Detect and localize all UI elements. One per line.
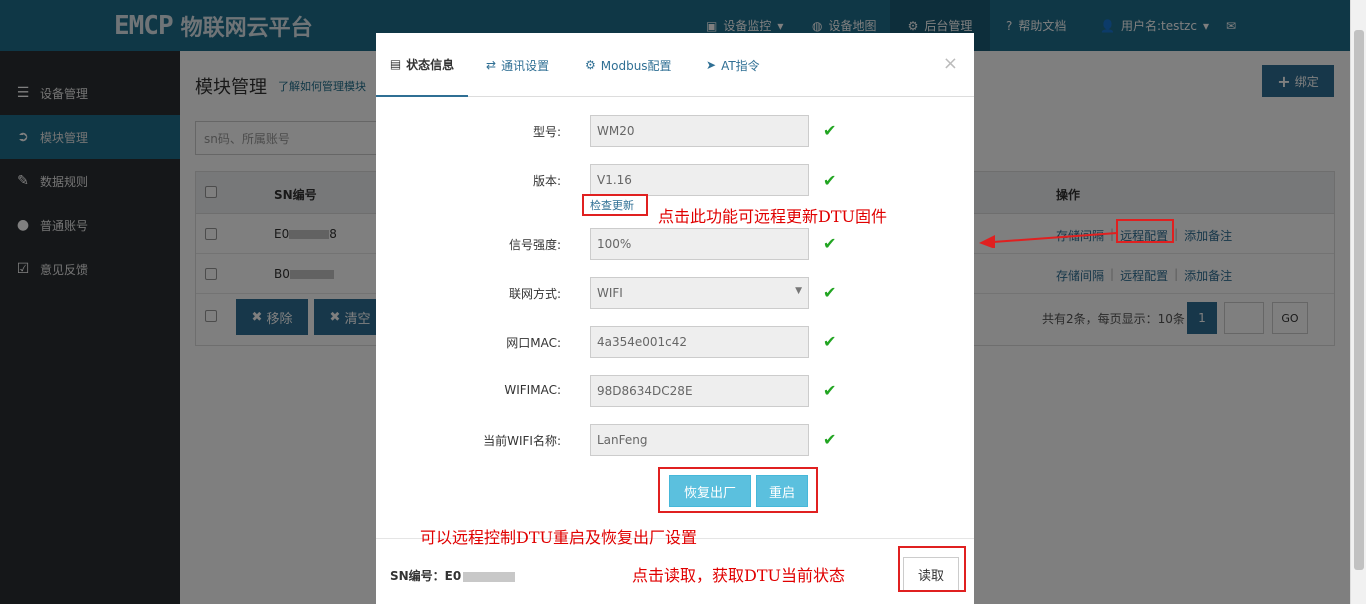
check-icon: ✔ bbox=[823, 171, 837, 190]
page-scrollbar[interactable] bbox=[1350, 0, 1366, 604]
check-icon: ✔ bbox=[823, 234, 837, 253]
highlight-read bbox=[898, 546, 966, 592]
check-icon: ✔ bbox=[823, 332, 837, 351]
shuffle-icon: ⇄ bbox=[486, 58, 497, 72]
tab-modbus[interactable]: ⚙ Modbus配置 bbox=[585, 33, 672, 97]
tab-label: 状态信息 bbox=[406, 57, 455, 72]
model-field[interactable]: WM20 bbox=[590, 115, 809, 147]
field-label-signal: 信号强度: bbox=[508, 238, 561, 252]
sn-label-text: SN编号：E0 bbox=[390, 569, 462, 583]
check-icon: ✔ bbox=[823, 283, 837, 302]
check-icon: ✔ bbox=[823, 121, 837, 140]
scrollbar-thumb[interactable] bbox=[1354, 30, 1364, 570]
send-icon: ➤ bbox=[706, 58, 717, 72]
signal-field[interactable]: 100% bbox=[590, 228, 809, 260]
tab-status[interactable]: ▤ 状态信息 bbox=[376, 33, 468, 97]
eth-mac-field[interactable]: 4a354e001c42 bbox=[590, 326, 809, 358]
doc-icon: ▤ bbox=[389, 57, 402, 71]
check-icon: ✔ bbox=[823, 381, 837, 400]
field-label-wifi-mac: WIFIMAC: bbox=[504, 383, 561, 397]
sn-mask bbox=[463, 571, 516, 582]
arrow-icon bbox=[979, 232, 1118, 248]
annotation-update: 点击此功能可远程更新DTU固件 bbox=[658, 207, 887, 226]
highlight-check-update bbox=[582, 194, 648, 216]
field-label-wifi-name: 当前WIFI名称: bbox=[483, 434, 561, 448]
tab-comm-settings[interactable]: ⇄ 通讯设置 bbox=[486, 33, 549, 97]
annotation-control: 可以远程控制DTU重启及恢复出厂设置 bbox=[420, 528, 697, 547]
tab-at-command[interactable]: ➤ AT指令 bbox=[706, 33, 760, 97]
gear-icon: ⚙ bbox=[585, 58, 596, 72]
field-label-model: 型号: bbox=[532, 125, 561, 139]
remote-config-modal: ▤ 状态信息 ⇄ 通讯设置 ⚙ Modbus配置 ➤ AT指令 × 型号: WM… bbox=[376, 33, 974, 604]
close-icon[interactable]: × bbox=[943, 53, 958, 74]
field-label-version: 版本: bbox=[532, 174, 561, 188]
sn-label: SN编号：E0 bbox=[390, 567, 516, 584]
network-select-value: WIFI bbox=[597, 286, 623, 300]
annotation-read: 点击读取，获取DTU当前状态 bbox=[632, 566, 845, 585]
chevron-down-icon: ▼ bbox=[795, 286, 802, 296]
version-field[interactable]: V1.16 bbox=[590, 164, 809, 196]
wifi-mac-field[interactable]: 98D8634DC28E bbox=[590, 375, 809, 407]
tab-label: 通讯设置 bbox=[501, 58, 550, 73]
field-label-eth-mac: 网口MAC: bbox=[506, 336, 561, 350]
wifi-name-field[interactable]: LanFeng bbox=[590, 424, 809, 456]
modal-tabs: ▤ 状态信息 ⇄ 通讯设置 ⚙ Modbus配置 ➤ AT指令 × bbox=[376, 33, 974, 97]
highlight-reset-restart bbox=[658, 467, 818, 513]
field-label-network: 联网方式: bbox=[508, 287, 561, 301]
network-select[interactable]: WIFI ▼ bbox=[590, 277, 809, 309]
check-icon: ✔ bbox=[823, 430, 837, 449]
tab-label: Modbus配置 bbox=[600, 58, 672, 73]
tab-label: AT指令 bbox=[721, 58, 760, 73]
